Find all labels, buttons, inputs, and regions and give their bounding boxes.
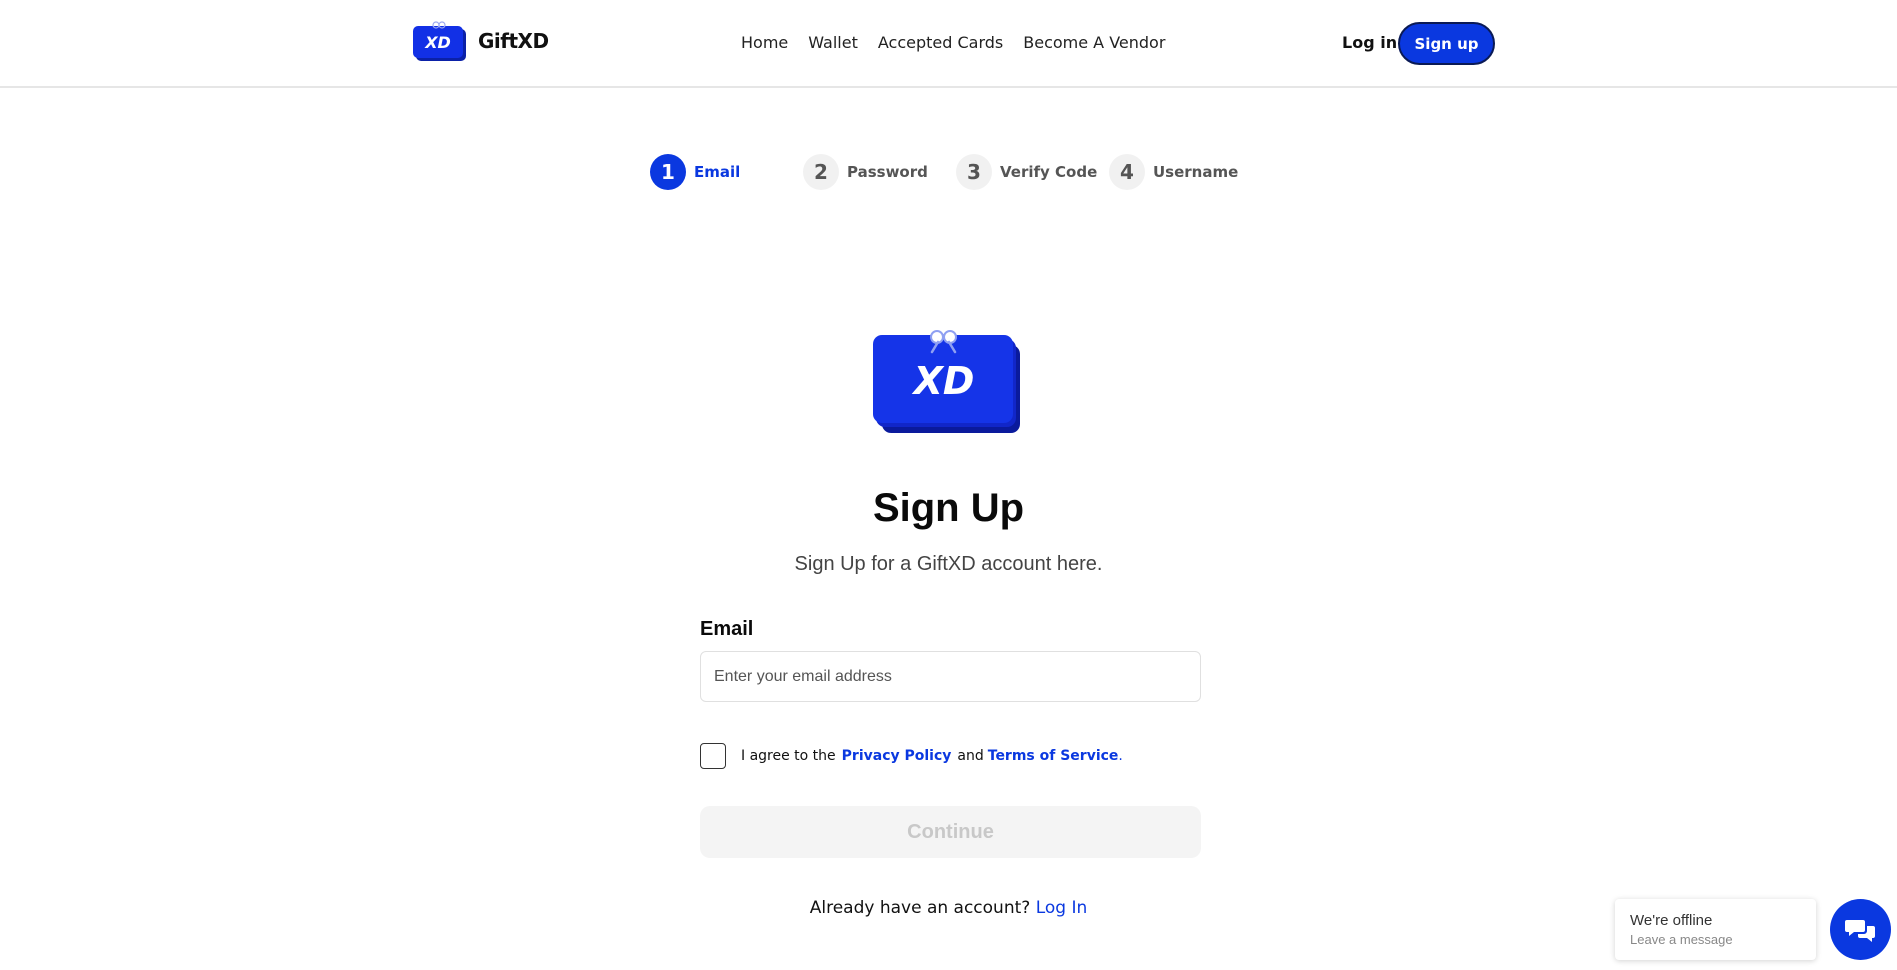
email-label: Email [700,618,754,640]
step-label: Username [1153,163,1239,181]
agree-checkbox[interactable] [700,743,726,769]
step-number: 4 [1109,154,1145,190]
agree-and: and [957,748,984,764]
nav-wallet[interactable]: Wallet [808,33,858,52]
chat-subtitle: Leave a message [1630,932,1733,947]
chat-title: We're offline [1630,912,1713,929]
nav-home[interactable]: Home [741,33,788,52]
step-password: 2 Password [803,154,956,190]
agree-row: I agree to the Privacy Policy and Terms … [700,743,1123,769]
signup-button[interactable]: Sign up [1398,22,1495,65]
login-link-bottom[interactable]: Log In [1036,898,1088,918]
continue-button[interactable]: Continue [700,806,1201,858]
step-number: 2 [803,154,839,190]
nav-become-a-vendor[interactable]: Become A Vendor [1023,33,1165,52]
site-header: XD GiftXD Home Wallet Accepted Cards Bec… [0,0,1897,88]
step-email: 1 Email [650,154,803,190]
chat-bubbles-icon [1844,919,1875,942]
privacy-policy-link[interactable]: Privacy Policy [842,748,952,764]
step-number: 3 [956,154,992,190]
step-label: Email [694,163,741,181]
page-subtitle: Sign Up for a GiftXD account here. [794,553,1103,575]
chat-status-box[interactable]: We're offline Leave a message [1615,899,1816,960]
signup-stepper: 1 Email 2 Password 3 Verify Code 4 Usern… [650,154,1238,190]
have-account-row: Already have an account? Log In [0,898,1897,918]
chat-open-button[interactable] [1830,899,1891,960]
terms-of-service-link[interactable]: Terms of Service [988,748,1119,764]
brand[interactable]: XD GiftXD [412,20,549,62]
giftxd-logo-icon: XD [412,20,468,62]
giftxd-hero-logo-icon: XD [872,328,1022,434]
login-link[interactable]: Log in [1342,33,1397,52]
agree-prefix: I agree to the [741,748,836,764]
have-account-text: Already have an account? [809,898,1031,918]
step-username: 4 Username [1109,154,1238,190]
agree-suffix: . [1118,748,1123,764]
email-field[interactable] [700,651,1201,702]
svg-text:XD: XD [424,33,451,52]
step-label: Password [847,163,928,181]
svg-text:XD: XD [912,359,975,403]
brand-name: GiftXD [478,29,549,53]
page-title: Sign Up [872,486,1025,530]
step-label: Verify Code [1000,163,1098,181]
main-nav: Home Wallet Accepted Cards Become A Vend… [741,33,1165,52]
step-number: 1 [650,154,686,190]
step-verify-code: 3 Verify Code [956,154,1109,190]
nav-accepted-cards[interactable]: Accepted Cards [878,33,1003,52]
